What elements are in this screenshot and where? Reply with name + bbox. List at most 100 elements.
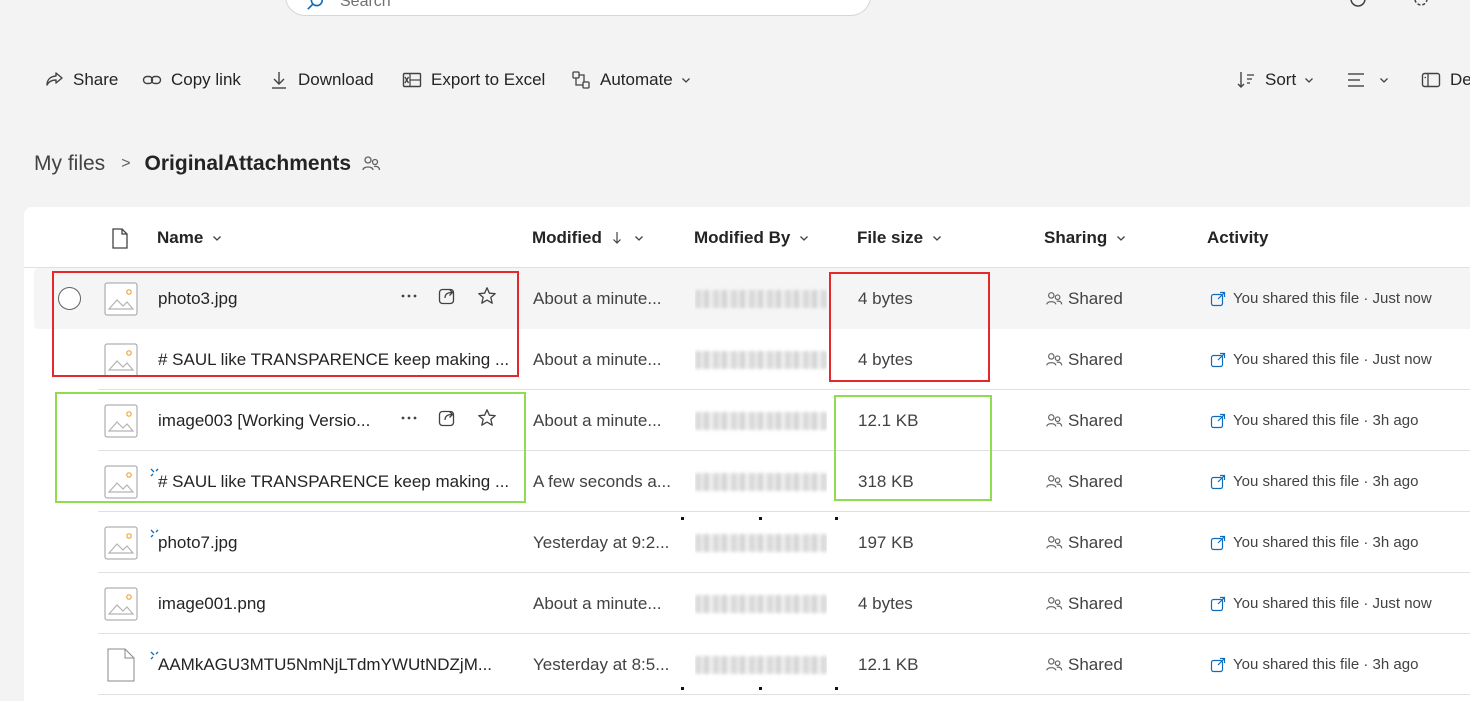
table-row[interactable]: image001.png About a minute... 4 bytes Shar… [98,573,1470,634]
export-to-excel-button[interactable]: Export to Excel [402,62,545,98]
copy-link-button[interactable]: Copy link [142,62,241,98]
row-select-radio[interactable] [58,287,81,310]
column-sharing[interactable]: Sharing [1044,227,1126,249]
sharing-status[interactable]: Shared [1045,329,1123,390]
file-name[interactable]: image001.png [158,573,508,634]
column-modified-by-label: Modified By [694,228,791,247]
more-options-icon[interactable] [399,286,438,311]
sharing-status[interactable]: Shared [1045,268,1123,329]
chevron-down-icon [634,236,643,241]
sort-button[interactable]: Sort [1236,62,1314,98]
shared-people-icon [362,156,381,171]
shared-people-icon [1045,351,1068,369]
shared-people-icon [1045,412,1068,430]
file-name[interactable]: # SAUL like TRANSPARENCE keep making ... [158,329,508,390]
breadcrumb-separator: > [121,155,131,172]
more-options-icon[interactable] [399,408,438,433]
marker-dot [835,687,838,690]
sharing-status[interactable]: Shared [1045,512,1123,573]
activity-label: You shared this file · Just now [1233,595,1432,612]
table-row[interactable]: AAMkAGU3MTU5NmNjLTdmYWUtNDZjM... Yesterda… [98,634,1470,695]
chevron-down-icon [213,236,222,241]
activity-value[interactable]: You shared this file · 3h ago [1210,512,1418,573]
activity-share-icon [1210,413,1233,429]
table-row[interactable]: # SAUL like TRANSPARENCE keep making ...… [98,451,1470,512]
excel-icon [402,72,422,88]
activity-share-icon [1210,657,1233,673]
sort-descending-icon [612,232,621,244]
automate-button[interactable]: Automate [571,62,691,98]
activity-label: You shared this file · 3h ago [1233,473,1419,490]
file-name[interactable]: photo7.jpg [158,512,508,573]
file-name[interactable]: # SAUL like TRANSPARENCE keep making ... [158,451,508,512]
share-label: Share [73,70,119,89]
view-options-button[interactable] [1346,62,1389,98]
favorite-star-icon[interactable] [477,408,516,433]
chevron-down-icon [1380,78,1388,83]
settings-gear-icon[interactable] [1412,0,1430,8]
column-file-size[interactable]: File size [857,227,942,249]
table-row[interactable]: # SAUL like TRANSPARENCE keep making ...… [98,329,1470,390]
search-box[interactable]: Search [285,0,871,16]
table-row[interactable]: photo3.jpg About a minute... 4 bytes Share… [34,268,1470,329]
table-row[interactable]: image003 [Working Versio... About a minu… [98,390,1470,451]
file-name[interactable]: AAMkAGU3MTU5NmNjLTdmYWUtNDZjM... [158,634,508,695]
share-row-icon[interactable] [438,286,477,311]
sharing-status[interactable]: Shared [1045,390,1123,451]
table-row[interactable]: photo7.jpg Yesterday at 9:2... 197 KB Share… [98,512,1470,573]
marker-dot [759,517,762,520]
details-pane-button[interactable]: De [1421,62,1470,98]
shared-people-icon [1045,656,1068,674]
modified-by-blurred [695,390,827,451]
sharing-status[interactable]: Shared [1045,634,1123,695]
sharing-status[interactable]: Shared [1045,573,1123,634]
column-file-size-label: File size [857,228,924,247]
link-icon [142,75,162,85]
activity-label: You shared this file · Just now [1233,290,1432,307]
shared-people-icon [1045,534,1068,552]
modified-value: About a minute... [533,288,662,308]
share-row-icon[interactable] [438,408,477,433]
details-label: De [1450,70,1470,89]
activity-label: You shared this file · 3h ago [1233,656,1419,673]
activity-value[interactable]: You shared this file · 3h ago [1210,634,1418,695]
breadcrumb-my-files[interactable]: My files [34,152,105,176]
marker-dot [681,687,684,690]
column-modified[interactable]: Modified [532,227,644,249]
activity-value[interactable]: You shared this file · 3h ago [1210,451,1418,512]
favorite-star-icon[interactable] [477,286,516,311]
activity-value[interactable]: You shared this file · Just now [1210,573,1432,634]
chevron-down-icon [1305,78,1314,83]
breadcrumb: My files > OriginalAttachments [34,150,381,178]
sharing-label: Shared [1068,471,1123,491]
list-view-icon [1348,73,1364,87]
sharing-status[interactable]: Shared [1045,451,1123,512]
column-modified-by[interactable]: Modified By [694,227,809,249]
search-icon [307,0,324,10]
column-sharing-label: Sharing [1044,228,1108,247]
file-type-icon[interactable] [111,228,129,249]
modified-value: Yesterday at 8:5... [533,654,670,674]
modified-by-blurred [695,634,827,695]
modified-value: About a minute... [533,410,662,430]
column-name-label: Name [157,228,204,247]
chevron-down-icon [681,78,690,83]
modified-by-blurred [695,268,827,329]
shared-people-icon [1045,290,1068,308]
help-icon[interactable] [1349,0,1367,8]
sharing-label: Shared [1068,654,1123,674]
modified-by-blurred [695,573,827,634]
download-button[interactable]: Download [269,62,374,98]
column-activity[interactable]: Activity [1207,227,1268,249]
column-name[interactable]: Name [157,227,222,249]
activity-value[interactable]: You shared this file · Just now [1210,268,1432,329]
sharing-label: Shared [1068,532,1123,552]
details-pane-icon [1421,72,1441,88]
activity-label: You shared this file · Just now [1233,351,1432,368]
activity-value[interactable]: You shared this file · 3h ago [1210,390,1418,451]
share-button[interactable]: Share [44,62,118,98]
modified-value: Yesterday at 9:2... [533,532,670,552]
chevron-down-icon [1117,236,1126,241]
activity-value[interactable]: You shared this file · Just now [1210,329,1432,390]
sharing-label: Shared [1068,593,1123,613]
